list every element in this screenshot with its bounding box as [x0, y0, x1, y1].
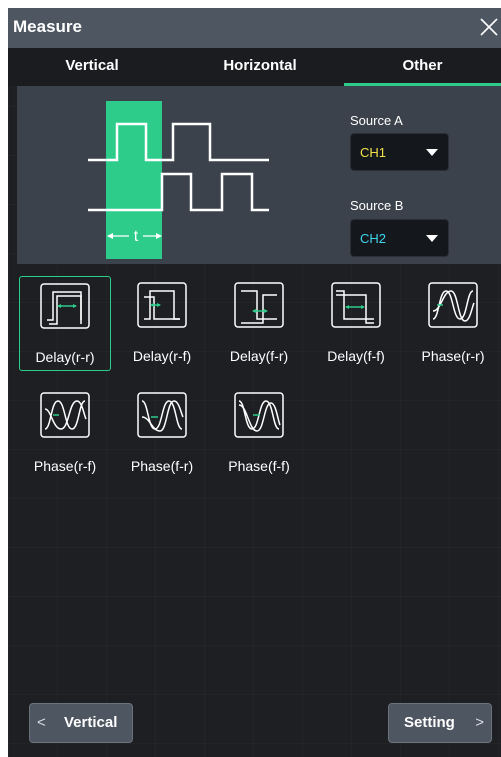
delay-rf-icon	[137, 282, 187, 328]
back-button-label: Vertical	[64, 714, 118, 731]
source-a-label: Source A	[350, 113, 403, 128]
source-a-select[interactable]: CH1	[350, 133, 449, 171]
item-label: Phase(r-f)	[33, 458, 97, 474]
source-b-select[interactable]: CH2	[350, 219, 449, 257]
chevron-right-icon: >	[475, 714, 484, 731]
tab-vertical[interactable]: Vertical	[8, 48, 176, 86]
chevron-left-icon: <	[37, 714, 46, 731]
item-phase-rf[interactable]: Phase(r-f)	[19, 386, 111, 481]
delay-rr-icon	[40, 283, 90, 329]
item-label: Delay(r-r)	[35, 349, 95, 365]
dropdown-caret-icon	[426, 149, 438, 156]
setting-button-label: Setting	[404, 714, 455, 731]
phase-ff-icon	[234, 392, 284, 438]
item-delay-rr[interactable]: Delay(r-r)	[19, 276, 111, 371]
item-phase-ff[interactable]: Phase(f-f)	[213, 386, 305, 481]
item-label: Phase(f-r)	[130, 458, 194, 474]
item-phase-rr[interactable]: Phase(r-r)	[407, 276, 499, 371]
tab-other[interactable]: Other	[344, 48, 501, 86]
item-label: Phase(r-r)	[421, 348, 485, 364]
delay-waveform-diagram: t	[88, 101, 269, 259]
measure-dialog: Measure Vertical Horizontal Other t Sour…	[8, 8, 501, 757]
tab-bar: Vertical Horizontal Other	[8, 48, 501, 86]
tab-horizontal[interactable]: Horizontal	[176, 48, 344, 86]
phase-rf-icon	[40, 392, 90, 438]
delay-fr-icon	[234, 282, 284, 328]
item-label: Delay(f-f)	[327, 348, 385, 364]
source-b-label: Source B	[350, 198, 404, 213]
delay-ff-icon	[331, 282, 381, 328]
title-bar: Measure	[8, 8, 501, 48]
item-delay-fr[interactable]: Delay(f-r)	[213, 276, 305, 371]
close-icon[interactable]	[477, 15, 501, 39]
setting-button[interactable]: Setting >	[388, 703, 492, 743]
source-b-value: CH2	[360, 231, 387, 246]
time-label: t	[134, 228, 139, 245]
item-label: Delay(r-f)	[132, 348, 192, 364]
source-a-value: CH1	[360, 145, 387, 160]
item-delay-rf[interactable]: Delay(r-f)	[116, 276, 208, 371]
item-label: Phase(f-f)	[228, 458, 290, 474]
item-delay-ff[interactable]: Delay(f-f)	[310, 276, 402, 371]
measurement-diagram-panel: t Source A CH1 Source B CH2	[17, 86, 501, 264]
dropdown-caret-icon	[426, 235, 438, 242]
phase-rr-icon	[428, 282, 478, 328]
item-label: Delay(f-r)	[229, 348, 289, 364]
back-vertical-button[interactable]: < Vertical	[29, 703, 133, 743]
item-phase-fr[interactable]: Phase(f-r)	[116, 386, 208, 481]
dialog-title: Measure	[13, 17, 82, 36]
phase-fr-icon	[137, 392, 187, 438]
